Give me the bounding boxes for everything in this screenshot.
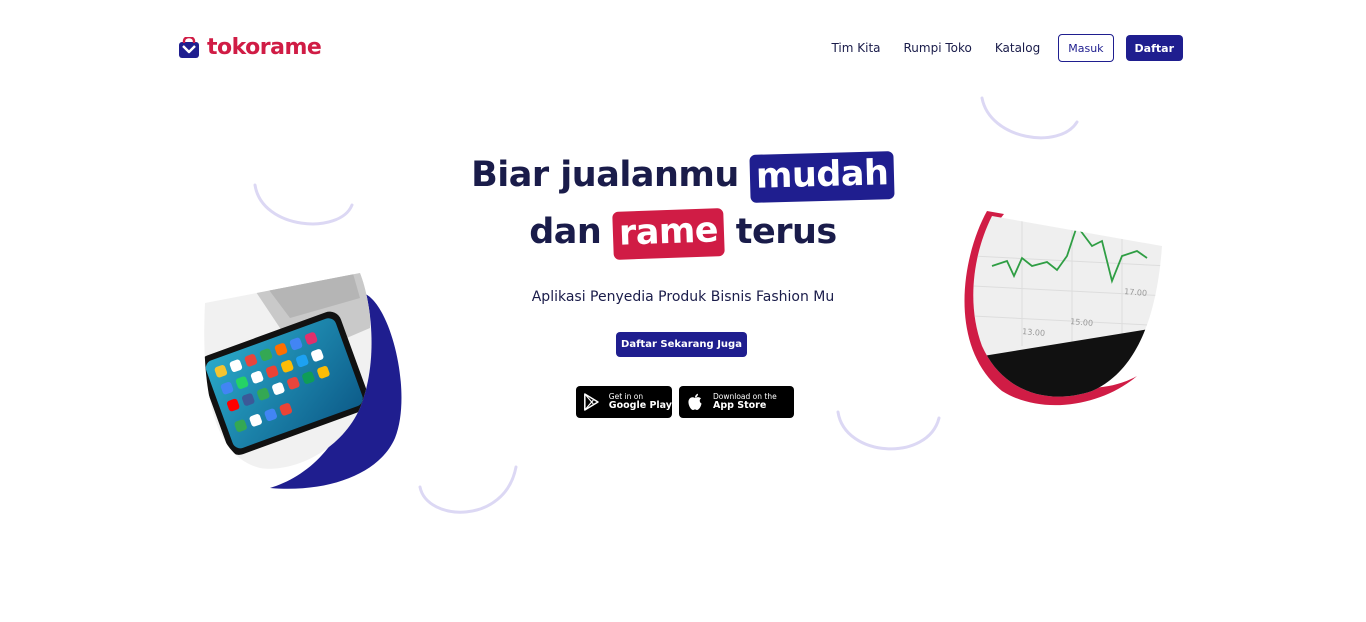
arc-decor xyxy=(836,410,941,451)
headline-highlight-rame: rame xyxy=(612,208,725,260)
apple-icon xyxy=(688,393,702,410)
badge-big-text: App Store xyxy=(713,399,767,411)
main-nav: Tim Kita Rumpi Toko Katalog Masuk Daftar xyxy=(831,34,1183,62)
shopping-bag-icon xyxy=(179,36,199,58)
brand-name: tokorame xyxy=(207,35,322,60)
login-button[interactable]: Masuk xyxy=(1058,34,1114,62)
headline-highlight-mudah: mudah xyxy=(749,151,896,203)
hero-headline-line1: Biar jualanmu mudah xyxy=(0,151,1366,203)
headline-text: dan xyxy=(529,212,602,252)
nav-link-katalog[interactable]: Katalog xyxy=(995,41,1040,55)
badge-big-text: Google Play xyxy=(608,399,672,411)
app-store-badge[interactable]: Download on the App Store xyxy=(679,386,794,418)
headline-text: terus xyxy=(735,212,837,252)
chart-illustration: 13.00 15.00 17.00 xyxy=(964,211,1162,406)
phone-illustration xyxy=(204,273,402,489)
arc-decor xyxy=(418,465,518,514)
google-play-badge[interactable]: Get in on Google Play xyxy=(576,386,672,418)
cta-register-button[interactable]: Daftar Sekarang Juga xyxy=(616,332,747,357)
register-button[interactable]: Daftar xyxy=(1125,35,1183,61)
arc-decor xyxy=(980,96,1079,140)
nav-link-rumpi-toko[interactable]: Rumpi Toko xyxy=(904,41,972,55)
headline-text: Biar jualanmu xyxy=(471,155,739,195)
google-play-icon xyxy=(584,393,599,411)
nav-link-tim-kita[interactable]: Tim Kita xyxy=(831,41,880,55)
brand-logo[interactable]: tokorame xyxy=(178,35,322,60)
